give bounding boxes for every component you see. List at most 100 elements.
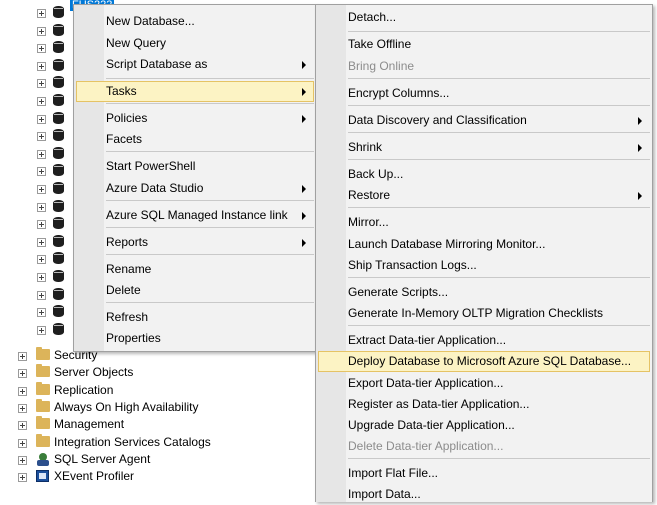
expand-plus-icon[interactable] — [37, 255, 46, 265]
tree-node-xevent-profiler[interactable]: XEvent Profiler — [0, 468, 300, 485]
menu-item-generate-scripts[interactable]: Generate Scripts... — [318, 282, 650, 303]
expand-plus-icon[interactable] — [37, 237, 46, 247]
menu-separator — [348, 132, 650, 133]
expand-plus-icon[interactable] — [37, 308, 46, 318]
menu-item-generate-in-memory-oltp-migration-checklists[interactable]: Generate In-Memory OLTP Migration Checkl… — [318, 303, 650, 324]
database-row[interactable] — [0, 215, 80, 232]
menu-item-tasks[interactable]: Tasks — [76, 81, 314, 102]
menu-item-data-discovery-and-classification[interactable]: Data Discovery and Classification — [318, 110, 650, 131]
database-row[interactable] — [0, 286, 80, 303]
expand-plus-icon[interactable] — [37, 114, 46, 124]
menu-item-label: Delete — [106, 283, 141, 297]
expand-plus-icon[interactable] — [18, 421, 27, 430]
menu-item-azure-data-studio[interactable]: Azure Data Studio — [76, 178, 314, 199]
expand-plus-icon[interactable] — [18, 456, 27, 465]
database-row[interactable] — [0, 145, 80, 162]
tree-node-management[interactable]: Management — [0, 416, 300, 433]
expand-plus-icon[interactable] — [18, 352, 27, 361]
expand-plus-icon[interactable] — [37, 44, 46, 54]
menu-item-reports[interactable]: Reports — [76, 232, 314, 253]
menu-item-take-offline[interactable]: Take Offline — [318, 34, 650, 55]
database-row[interactable] — [0, 321, 80, 338]
database-row[interactable] — [0, 39, 80, 56]
menu-item-azure-sql-managed-instance-link[interactable]: Azure SQL Managed Instance link — [76, 205, 314, 226]
database-row[interactable] — [0, 4, 80, 21]
menu-item-register-as-data-tier-application[interactable]: Register as Data-tier Application... — [318, 394, 650, 415]
menu-item-properties[interactable]: Properties — [76, 328, 314, 349]
menu-item-deploy-database-to-microsoft-azure-sql-database[interactable]: Deploy Database to Microsoft Azure SQL D… — [318, 351, 650, 372]
database-icon — [53, 182, 64, 194]
expand-plus-icon[interactable] — [37, 132, 46, 142]
expand-plus-icon[interactable] — [18, 439, 27, 448]
menu-item-upgrade-data-tier-application[interactable]: Upgrade Data-tier Application... — [318, 415, 650, 436]
menu-item-export-data-tier-application[interactable]: Export Data-tier Application... — [318, 373, 650, 394]
expand-plus-icon[interactable] — [37, 290, 46, 300]
expand-plus-icon[interactable] — [18, 473, 27, 482]
menu-item-restore[interactable]: Restore — [318, 185, 650, 206]
database-icon — [53, 94, 64, 106]
expand-plus-icon[interactable] — [37, 61, 46, 71]
menu-item-import-flat-file[interactable]: Import Flat File... — [318, 463, 650, 484]
expand-plus-icon[interactable] — [37, 185, 46, 194]
menu-item-policies[interactable]: Policies — [76, 108, 314, 129]
menu-item-label: Deploy Database to Microsoft Azure SQL D… — [348, 354, 632, 368]
database-row[interactable] — [0, 268, 80, 285]
tree-node-label: SQL Server Agent — [54, 452, 151, 466]
expand-plus-icon[interactable] — [37, 79, 46, 89]
expand-plus-icon[interactable] — [37, 26, 46, 36]
menu-item-encrypt-columns[interactable]: Encrypt Columns... — [318, 83, 650, 104]
menu-item-delete[interactable]: Delete — [76, 280, 314, 301]
database-row[interactable] — [0, 92, 80, 109]
menu-item-label: New Database... — [106, 14, 195, 28]
menu-separator — [106, 254, 314, 255]
database-row[interactable] — [0, 303, 80, 320]
menu-item-shrink[interactable]: Shrink — [318, 137, 650, 158]
database-row[interactable] — [0, 22, 80, 39]
menu-item-label: Launch Database Mirroring Monitor... — [348, 237, 546, 251]
expand-plus-icon[interactable] — [37, 325, 46, 335]
menu-item-start-powershell[interactable]: Start PowerShell — [76, 156, 314, 177]
database-row[interactable] — [0, 180, 80, 197]
expand-plus-icon[interactable] — [18, 369, 27, 378]
folder-icon — [36, 416, 50, 429]
submenu-arrow-icon — [638, 144, 642, 152]
expand-plus-icon[interactable] — [37, 202, 46, 212]
database-icon — [53, 111, 64, 124]
menu-item-script-database-as[interactable]: Script Database as — [76, 54, 314, 75]
expand-plus-icon[interactable] — [37, 9, 46, 18]
tree-node-server-objects[interactable]: Server Objects — [0, 364, 300, 381]
expand-plus-icon[interactable] — [37, 220, 46, 230]
menu-item-detach[interactable]: Detach... — [318, 7, 650, 28]
database-row[interactable] — [0, 127, 80, 144]
tree-node-always-on-high-availability[interactable]: Always On High Availability — [0, 399, 300, 416]
expand-plus-icon[interactable] — [37, 97, 46, 106]
expand-plus-icon[interactable] — [37, 149, 46, 159]
tree-node-replication[interactable]: Replication — [0, 382, 300, 399]
menu-item-new-database[interactable]: New Database... — [76, 11, 314, 32]
menu-item-facets[interactable]: Facets — [76, 129, 314, 150]
menu-item-back-up[interactable]: Back Up... — [318, 164, 650, 185]
menu-item-new-query[interactable]: New Query — [76, 33, 314, 54]
menu-item-bring-online: Bring Online — [318, 56, 650, 77]
database-row[interactable] — [0, 198, 80, 215]
database-row[interactable] — [0, 110, 80, 127]
folder-icon — [36, 434, 50, 447]
menu-item-launch-database-mirroring-monitor[interactable]: Launch Database Mirroring Monitor... — [318, 234, 650, 255]
tree-node-label: Integration Services Catalogs — [54, 435, 211, 449]
menu-item-mirror[interactable]: Mirror... — [318, 212, 650, 233]
database-row[interactable] — [0, 233, 80, 250]
tree-node-sql-server-agent[interactable]: SQL Server Agent — [0, 451, 300, 468]
tree-node-integration-services-catalogs[interactable]: Integration Services Catalogs — [0, 434, 300, 451]
database-row[interactable] — [0, 74, 80, 91]
expand-plus-icon[interactable] — [37, 273, 46, 282]
menu-item-ship-transaction-logs[interactable]: Ship Transaction Logs... — [318, 255, 650, 276]
database-row[interactable] — [0, 162, 80, 179]
expand-plus-icon[interactable] — [18, 387, 27, 396]
expand-plus-icon[interactable] — [37, 167, 46, 177]
expand-plus-icon[interactable] — [18, 404, 27, 413]
menu-item-refresh[interactable]: Refresh — [76, 307, 314, 328]
database-row[interactable] — [0, 57, 80, 74]
menu-item-extract-data-tier-application[interactable]: Extract Data-tier Application... — [318, 330, 650, 351]
database-row[interactable] — [0, 250, 80, 267]
menu-item-rename[interactable]: Rename — [76, 259, 314, 280]
